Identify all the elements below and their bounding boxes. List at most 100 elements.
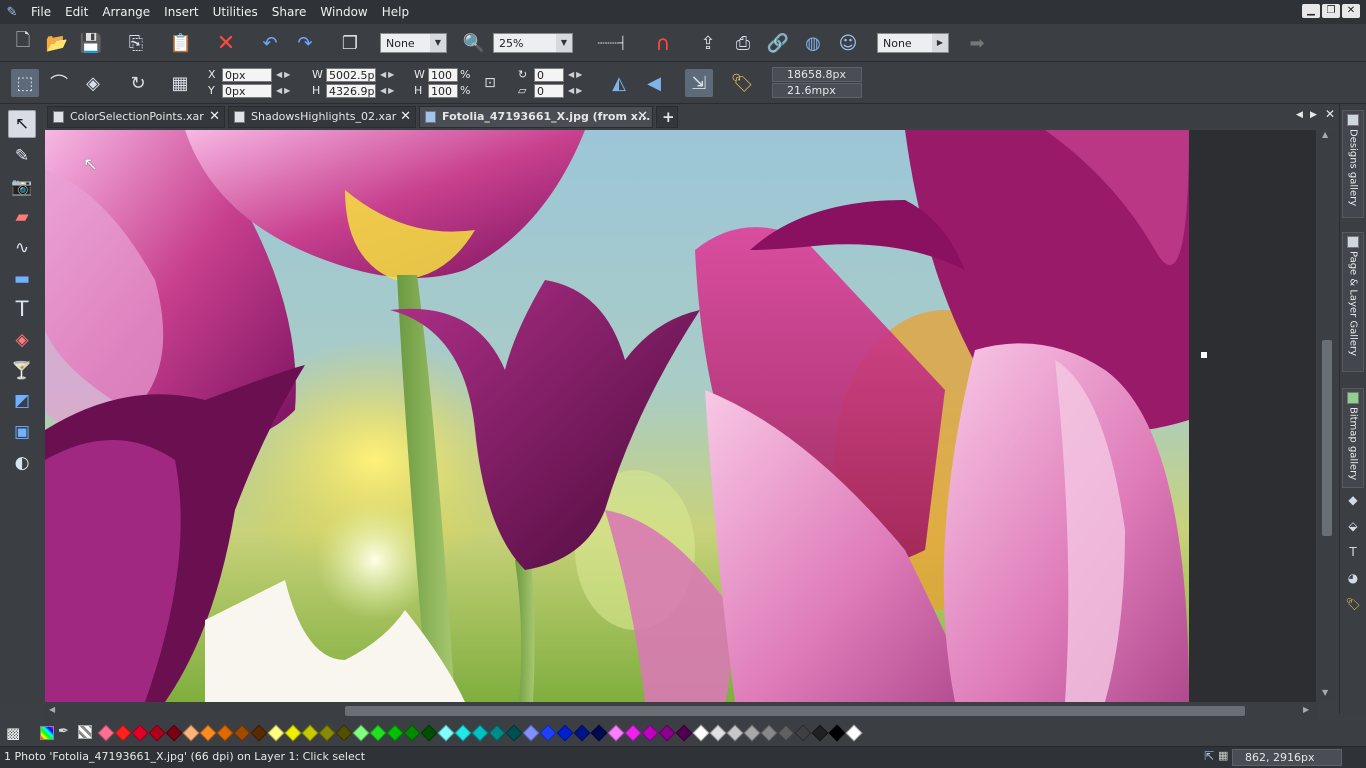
flip-horizontal-icon[interactable]: ◭ [605, 69, 633, 97]
undo-icon[interactable]: ↶ [256, 29, 284, 57]
color-swatch[interactable] [505, 724, 523, 742]
close-window-icon[interactable]: ✕ [1342, 4, 1360, 18]
photo-tool-icon[interactable]: 📷 [8, 173, 36, 201]
contour-tool-icon[interactable]: ✎ [8, 142, 36, 170]
menu-share[interactable]: Share [265, 0, 314, 24]
save-icon[interactable]: 💾 [77, 29, 105, 57]
color-swatch[interactable] [607, 724, 625, 742]
grid-icon[interactable]: ▦ [166, 69, 194, 97]
new-doc-icon[interactable]: 🗋 [9, 29, 37, 57]
selection-handle[interactable] [1201, 352, 1207, 358]
horizontal-scrollbar[interactable]: ◀ ▶ [45, 702, 1318, 720]
chevron-down-icon[interactable]: ▼ [430, 34, 446, 52]
color-swatch[interactable] [216, 724, 234, 742]
color-swatch[interactable] [403, 724, 421, 742]
color-swatch[interactable] [709, 724, 727, 742]
color-swatch[interactable] [250, 724, 268, 742]
delete-icon[interactable]: ✕ [212, 29, 240, 57]
color-swatch[interactable] [420, 724, 438, 742]
h-pct-field[interactable]: 100 [428, 84, 458, 98]
link-icon[interactable]: 🔗 [764, 29, 792, 57]
open-icon[interactable]: 📂 [43, 29, 71, 57]
transparency-tool-icon[interactable]: 🍸 [8, 357, 36, 385]
color-swatch[interactable] [148, 724, 166, 742]
color-swatch[interactable] [386, 724, 404, 742]
w-pct-field[interactable]: 100 [428, 68, 458, 82]
tag-icon[interactable]: 🏷 [728, 69, 756, 97]
scroll-down-icon[interactable]: ▼ [1322, 688, 1328, 697]
color-swatch[interactable] [352, 724, 370, 742]
color-swatch[interactable] [301, 724, 319, 742]
lock-aspect-icon[interactable]: ⊡ [478, 69, 502, 97]
line-gallery-icon[interactable]: ⬙ [1345, 518, 1361, 534]
shape-editor-icon[interactable]: ∿ [8, 234, 36, 262]
zoom-combo[interactable]: 25% ▼ [493, 33, 573, 53]
color-swatch[interactable] [590, 724, 608, 742]
export-icon[interactable]: ⇪ [694, 29, 722, 57]
vertical-scrollbar[interactable]: ▲ ▼ [1318, 130, 1336, 702]
tulip-photo[interactable]: ↖ [45, 130, 1189, 702]
color-swatch[interactable] [522, 724, 540, 742]
close-document-icon[interactable]: ✕ [1325, 107, 1335, 121]
close-tab-icon[interactable]: ✕ [637, 107, 648, 127]
menu-utilities[interactable]: Utilities [206, 0, 265, 24]
bounds-mode-icon[interactable]: ⌒ [45, 69, 73, 97]
bevel-tool-icon[interactable]: ▣ [8, 418, 36, 446]
close-tab-icon[interactable]: ✕ [209, 107, 220, 127]
color-swatch[interactable] [471, 724, 489, 742]
font-gallery-icon[interactable]: T [1345, 544, 1361, 560]
color-swatch[interactable] [573, 724, 591, 742]
tab-scroll-right-icon[interactable]: ▶ [1310, 108, 1317, 122]
publish-icon[interactable]: ⎙ [729, 29, 757, 57]
color-editor-icon[interactable] [40, 726, 54, 740]
menu-file[interactable]: File [24, 0, 58, 24]
skew-field[interactable]: 0 [534, 84, 564, 98]
fill-gallery-icon[interactable]: ◆ [1345, 492, 1361, 508]
page-layer-gallery-tab[interactable]: Page & Layer Gallery [1342, 232, 1364, 372]
tab-shadowshighlights[interactable]: ShadowsHighlights_02.xar ✕ [228, 106, 416, 128]
rotate-field[interactable]: 0 [534, 68, 564, 82]
color-swatch[interactable] [182, 724, 200, 742]
quality-combo[interactable]: None ▼ [380, 33, 447, 53]
color-swatch[interactable] [267, 724, 285, 742]
color-swatch[interactable] [131, 724, 149, 742]
menu-edit[interactable]: Edit [58, 0, 95, 24]
color-swatch[interactable] [692, 724, 710, 742]
document-canvas[interactable]: ↖ [45, 130, 1316, 702]
menu-window[interactable]: Window [313, 0, 374, 24]
tab-colorselectionpoints[interactable]: ColorSelectionPoints.xar ✕ [47, 106, 225, 128]
rotate-handle-icon[interactable]: ↻ [124, 69, 152, 97]
color-swatch[interactable] [777, 724, 795, 742]
transparent-swatch[interactable] [78, 725, 92, 739]
blend-tool-icon[interactable]: ◐ [8, 449, 36, 477]
bring-front-icon[interactable]: ❐ [336, 29, 364, 57]
user-icon[interactable]: ☺ [834, 29, 862, 57]
horizontal-scroll-thumb[interactable] [345, 706, 1245, 716]
color-swatch[interactable] [828, 724, 846, 742]
color-swatch[interactable] [675, 724, 693, 742]
color-gallery-icon[interactable]: ◕ [1345, 570, 1361, 586]
color-swatch[interactable] [369, 724, 387, 742]
paste-icon[interactable]: 📋 [167, 29, 195, 57]
color-swatch[interactable] [658, 724, 676, 742]
menu-arrange[interactable]: Arrange [95, 0, 157, 24]
flip-vertical-icon[interactable]: ◀ [640, 69, 668, 97]
color-swatch[interactable] [811, 724, 829, 742]
w-spin-icon[interactable]: ◀▶ [380, 68, 396, 82]
color-swatch[interactable] [726, 724, 744, 742]
y-spin-icon[interactable]: ◀▶ [276, 84, 292, 98]
scroll-left-icon[interactable]: ◀ [49, 705, 55, 714]
h-field[interactable]: 4326.9px [326, 84, 376, 98]
web-icon[interactable]: ◍ [799, 29, 827, 57]
scroll-up-icon[interactable]: ▲ [1322, 130, 1328, 139]
import-icon[interactable]: ⎘ [122, 29, 150, 57]
x-spin-icon[interactable]: ◀▶ [276, 68, 292, 82]
chevron-down-icon[interactable]: ▼ [556, 34, 572, 52]
color-swatch[interactable] [199, 724, 217, 742]
chevron-right-icon[interactable]: ▶ [932, 34, 948, 52]
color-swatch[interactable] [97, 724, 115, 742]
eyedropper-icon[interactable]: ✒ [58, 724, 69, 739]
fill-tool-icon[interactable]: ◈ [8, 326, 36, 354]
feather-combo[interactable]: None ▶ [877, 33, 949, 53]
x-field[interactable]: 0px [222, 68, 272, 82]
